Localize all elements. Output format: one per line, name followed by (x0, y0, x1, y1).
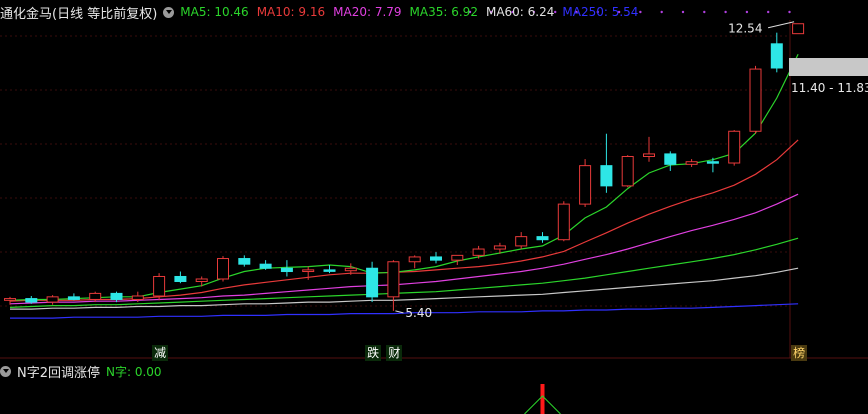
signal-dot (745, 10, 749, 14)
candle-down (110, 292, 123, 300)
candle-up (344, 267, 357, 272)
candle-down (430, 256, 442, 261)
candle-up (302, 269, 315, 273)
ma10-label: MA10: 9.16 (256, 5, 326, 19)
signal-dot (660, 10, 663, 14)
ma20-line (9, 193, 799, 305)
candle-up (131, 295, 144, 300)
candle-up (515, 236, 528, 247)
candle-up (408, 256, 421, 263)
indicator-header: N字2回调涨停 N字: 0.00 (0, 362, 162, 381)
chart-header: 通化金马(日线 等比前复权) MA5: 10.46 MA10: 9.16 MA2… (0, 2, 646, 22)
candle-down (366, 267, 379, 298)
candle-up (728, 130, 741, 164)
candle-up (472, 248, 485, 256)
candle-down (323, 269, 336, 272)
chevron-down-icon[interactable] (163, 6, 175, 18)
candle-down (600, 165, 613, 187)
ma35-label: MA35: 6.92 (409, 5, 478, 19)
ma20-label: MA20: 7.79 (333, 5, 402, 19)
candle-up (387, 261, 400, 298)
candle-up (153, 275, 166, 297)
indicator-bars (524, 384, 561, 414)
price-range-label: 11.40 - 11.83 (791, 81, 868, 95)
candle-up (685, 161, 698, 165)
candle-down (67, 296, 80, 300)
signal-label: 财 (386, 345, 403, 361)
candle-down (770, 43, 783, 69)
candle-down (174, 275, 187, 282)
candle-up (46, 296, 59, 303)
signal-label: 榜 (791, 345, 808, 361)
high-price-label: 12.54 (728, 22, 762, 36)
signal-label: 跌 (365, 345, 382, 361)
chevron-down-icon[interactable] (0, 365, 11, 377)
candle-up (451, 254, 464, 261)
candle-up (579, 165, 592, 205)
candle-down (25, 298, 38, 303)
candle-up (557, 203, 570, 241)
candle-up (643, 153, 655, 157)
low-price-label: 5.40 (405, 306, 432, 320)
candle-up (4, 298, 16, 301)
candle-down (259, 263, 272, 269)
stock-title: 通化金马(日线 等比前复权) (0, 6, 158, 22)
ma5-label: MA5: 10.46 (180, 5, 249, 19)
indicator-value: N字: 0.00 (106, 364, 162, 379)
signal-dot (788, 10, 791, 14)
candles (4, 23, 805, 311)
signal-dot (724, 10, 727, 14)
price-highlight-band (789, 58, 868, 76)
signal-dot (767, 10, 770, 14)
signal-dot (703, 10, 706, 14)
candle-up (749, 68, 762, 132)
candle-up (493, 245, 506, 250)
candle-up (621, 155, 634, 187)
candle-down (536, 236, 549, 241)
signal-label: 减 (152, 345, 169, 361)
ma-lines (9, 53, 799, 319)
ma60-label: MA60: 6.24 (485, 5, 555, 19)
candle-up (89, 292, 102, 300)
indicator-name: N字2回调涨停 (17, 365, 100, 381)
ma250-line (10, 303, 799, 319)
candle-down (664, 153, 677, 165)
ma250-label: MA250: 5.54 (562, 5, 639, 19)
candle-down (280, 267, 293, 273)
ma60-line (10, 267, 799, 310)
candle-down (238, 258, 251, 265)
candle-up (195, 278, 208, 282)
candle-down (706, 161, 719, 164)
signal-dot (681, 10, 685, 14)
kline-chart[interactable]: 12.54 5.40 (0, 0, 868, 414)
candle-up (217, 258, 229, 280)
candle-up (792, 23, 805, 35)
low-pointer (395, 310, 404, 314)
